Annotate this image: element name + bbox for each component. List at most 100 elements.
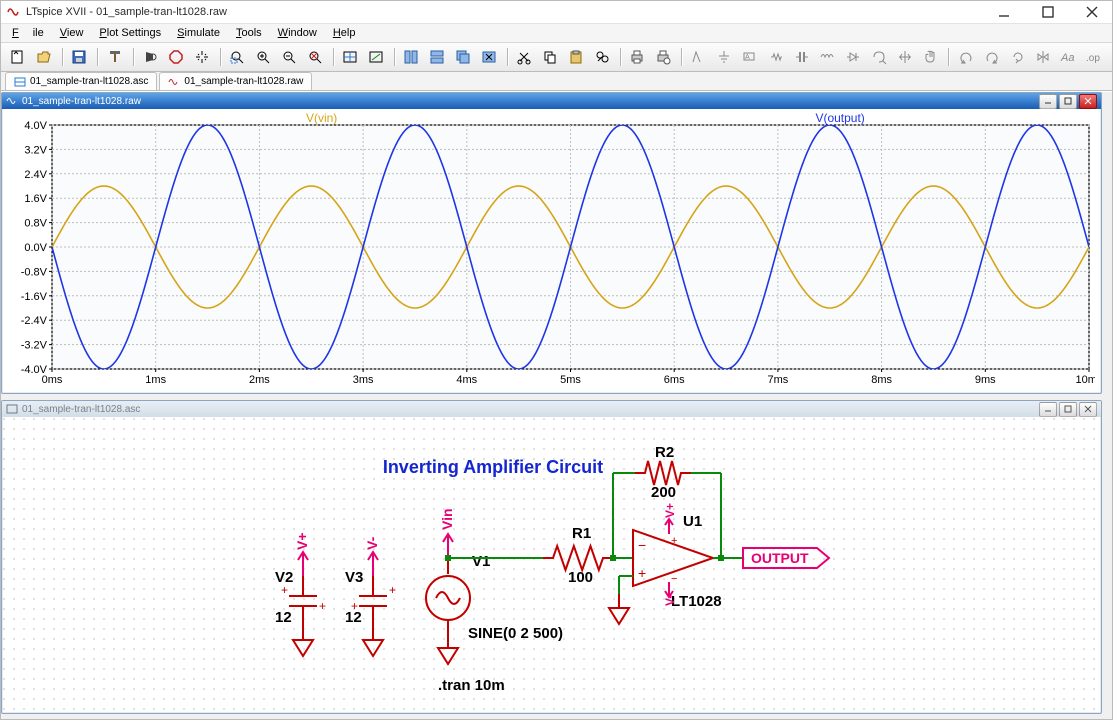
tile-windows-icon[interactable] <box>399 45 423 70</box>
autorange-y-icon[interactable] <box>338 45 362 70</box>
redo-icon[interactable] <box>980 45 1004 70</box>
tile-horz-icon[interactable] <box>425 45 449 70</box>
drag-icon[interactable] <box>919 45 943 70</box>
zoom-out-icon[interactable] <box>277 45 301 70</box>
title-bar[interactable]: LTspice XVII - 01_sample-tran-lt1028.raw <box>1 1 1112 24</box>
svg-text:−: − <box>671 573 677 585</box>
svg-text:+: + <box>638 565 646 581</box>
svg-text:4ms: 4ms <box>456 374 477 386</box>
waveform-panel-icon <box>6 95 18 107</box>
spice-directive-icon[interactable]: .op <box>1083 45 1107 70</box>
svg-text:Vin: Vin <box>439 508 455 530</box>
new-schematic-icon[interactable] <box>6 45 30 70</box>
menu-view[interactable]: View <box>53 26 91 40</box>
svg-text:4.0V: 4.0V <box>24 120 47 132</box>
component-icon[interactable] <box>867 45 891 70</box>
panel-minimize-button[interactable] <box>1039 402 1057 417</box>
rotate-icon[interactable] <box>1006 45 1030 70</box>
schematic-panel: 01_sample-tran-lt1028.asc Inverting Ampl… <box>1 400 1102 714</box>
tab-waveform[interactable]: 01_sample-tran-lt1028.raw <box>159 72 312 90</box>
place-text-icon[interactable]: Aa <box>1057 45 1081 70</box>
menu-plot[interactable]: Plot Settings <box>92 26 168 40</box>
minimize-button[interactable] <box>990 3 1018 21</box>
schematic-panel-titlebar[interactable]: 01_sample-tran-lt1028.asc <box>2 401 1101 417</box>
schematic-canvas[interactable]: Inverting Amplifier CircuitV212++V312++V… <box>3 418 1100 712</box>
panel-minimize-button[interactable] <box>1039 94 1057 109</box>
maximize-button[interactable] <box>1034 3 1062 21</box>
window-title: LTspice XVII - 01_sample-tran-lt1028.raw <box>26 6 990 18</box>
panel-close-button[interactable] <box>1079 402 1097 417</box>
waveform-panel-titlebar[interactable]: 01_sample-tran-lt1028.raw <box>2 93 1101 109</box>
waveform-panel-title: 01_sample-tran-lt1028.raw <box>22 96 1039 107</box>
panel-maximize-button[interactable] <box>1059 94 1077 109</box>
toolbar-separator <box>391 46 397 68</box>
svg-text:2ms: 2ms <box>249 374 270 386</box>
svg-text:7ms: 7ms <box>768 374 789 386</box>
mdi-client: 01_sample-tran-lt1028.raw 4.0V3.2V2.4V1.… <box>1 91 1112 720</box>
hammer-icon[interactable] <box>103 45 127 70</box>
run-icon[interactable] <box>138 45 162 70</box>
label-net-icon[interactable]: A <box>738 45 762 70</box>
svg-text:10ms: 10ms <box>1076 374 1095 386</box>
svg-text:.op: .op <box>1086 53 1100 64</box>
save-icon[interactable] <box>67 45 91 70</box>
capacitor-icon[interactable] <box>790 45 814 70</box>
waveform-panel: 01_sample-tran-lt1028.raw 4.0V3.2V2.4V1.… <box>1 92 1102 394</box>
toolbar-separator <box>94 46 100 68</box>
toolbar: A Aa .op <box>1 43 1112 72</box>
window-controls <box>990 3 1106 21</box>
copy-icon[interactable] <box>538 45 562 70</box>
svg-text:+: + <box>319 599 326 613</box>
resistor-icon[interactable] <box>764 45 788 70</box>
print-setup-icon[interactable] <box>651 45 675 70</box>
toolbar-separator <box>504 46 510 68</box>
ground-icon[interactable] <box>712 45 736 70</box>
close-button[interactable] <box>1078 3 1106 21</box>
svg-text:V(vin): V(vin) <box>306 111 337 125</box>
cut-icon[interactable] <box>512 45 536 70</box>
tab-schematic[interactable]: 01_sample-tran-lt1028.asc <box>5 72 157 90</box>
menu-simulate[interactable]: Simulate <box>170 26 227 40</box>
toolbar-separator <box>130 46 136 68</box>
move-icon[interactable] <box>893 45 917 70</box>
close-all-icon[interactable] <box>477 45 501 70</box>
svg-text:V(output): V(output) <box>815 111 864 125</box>
zoom-area-icon[interactable] <box>225 45 249 70</box>
plot-area[interactable]: 4.0V3.2V2.4V1.6V0.8V0.0V-0.8V-1.6V-2.4V-… <box>8 111 1095 389</box>
menu-bar: File View Plot Settings Simulate Tools W… <box>1 24 1112 43</box>
menu-help[interactable]: Help <box>326 26 363 40</box>
svg-text:200: 200 <box>651 484 676 501</box>
tab-waveform-label: 01_sample-tran-lt1028.raw <box>184 76 303 87</box>
draw-wire-icon[interactable] <box>687 45 711 70</box>
cascade-icon[interactable] <box>451 45 475 70</box>
zoom-in-icon[interactable] <box>251 45 275 70</box>
menu-tools[interactable]: Tools <box>229 26 269 40</box>
halt-icon[interactable] <box>164 45 188 70</box>
panel-close-button[interactable] <box>1079 94 1097 109</box>
schematic-panel-icon <box>6 403 18 415</box>
open-icon[interactable] <box>32 45 56 70</box>
svg-text:R1: R1 <box>572 525 591 542</box>
inductor-icon[interactable] <box>816 45 840 70</box>
svg-text:9ms: 9ms <box>975 374 996 386</box>
svg-text:5ms: 5ms <box>560 374 581 386</box>
menu-window[interactable]: Window <box>271 26 324 40</box>
mirror-icon[interactable] <box>1032 45 1056 70</box>
svg-text:0ms: 0ms <box>42 374 63 386</box>
autorange-x-icon[interactable] <box>364 45 388 70</box>
print-icon[interactable] <box>625 45 649 70</box>
pan-icon[interactable] <box>190 45 214 70</box>
svg-text:V3: V3 <box>345 569 363 586</box>
paste-icon[interactable] <box>564 45 588 70</box>
undo-icon[interactable] <box>954 45 978 70</box>
waveform-tab-icon <box>168 76 180 88</box>
zoom-extents-icon[interactable] <box>303 45 327 70</box>
svg-text:V-: V- <box>364 536 380 550</box>
schematic-tab-icon <box>14 76 26 88</box>
search-icon[interactable] <box>590 45 614 70</box>
diode-icon[interactable] <box>841 45 865 70</box>
svg-text:-3.2V: -3.2V <box>21 340 48 352</box>
svg-text:1ms: 1ms <box>145 374 166 386</box>
panel-maximize-button[interactable] <box>1059 402 1077 417</box>
menu-file[interactable]: File <box>5 26 51 40</box>
